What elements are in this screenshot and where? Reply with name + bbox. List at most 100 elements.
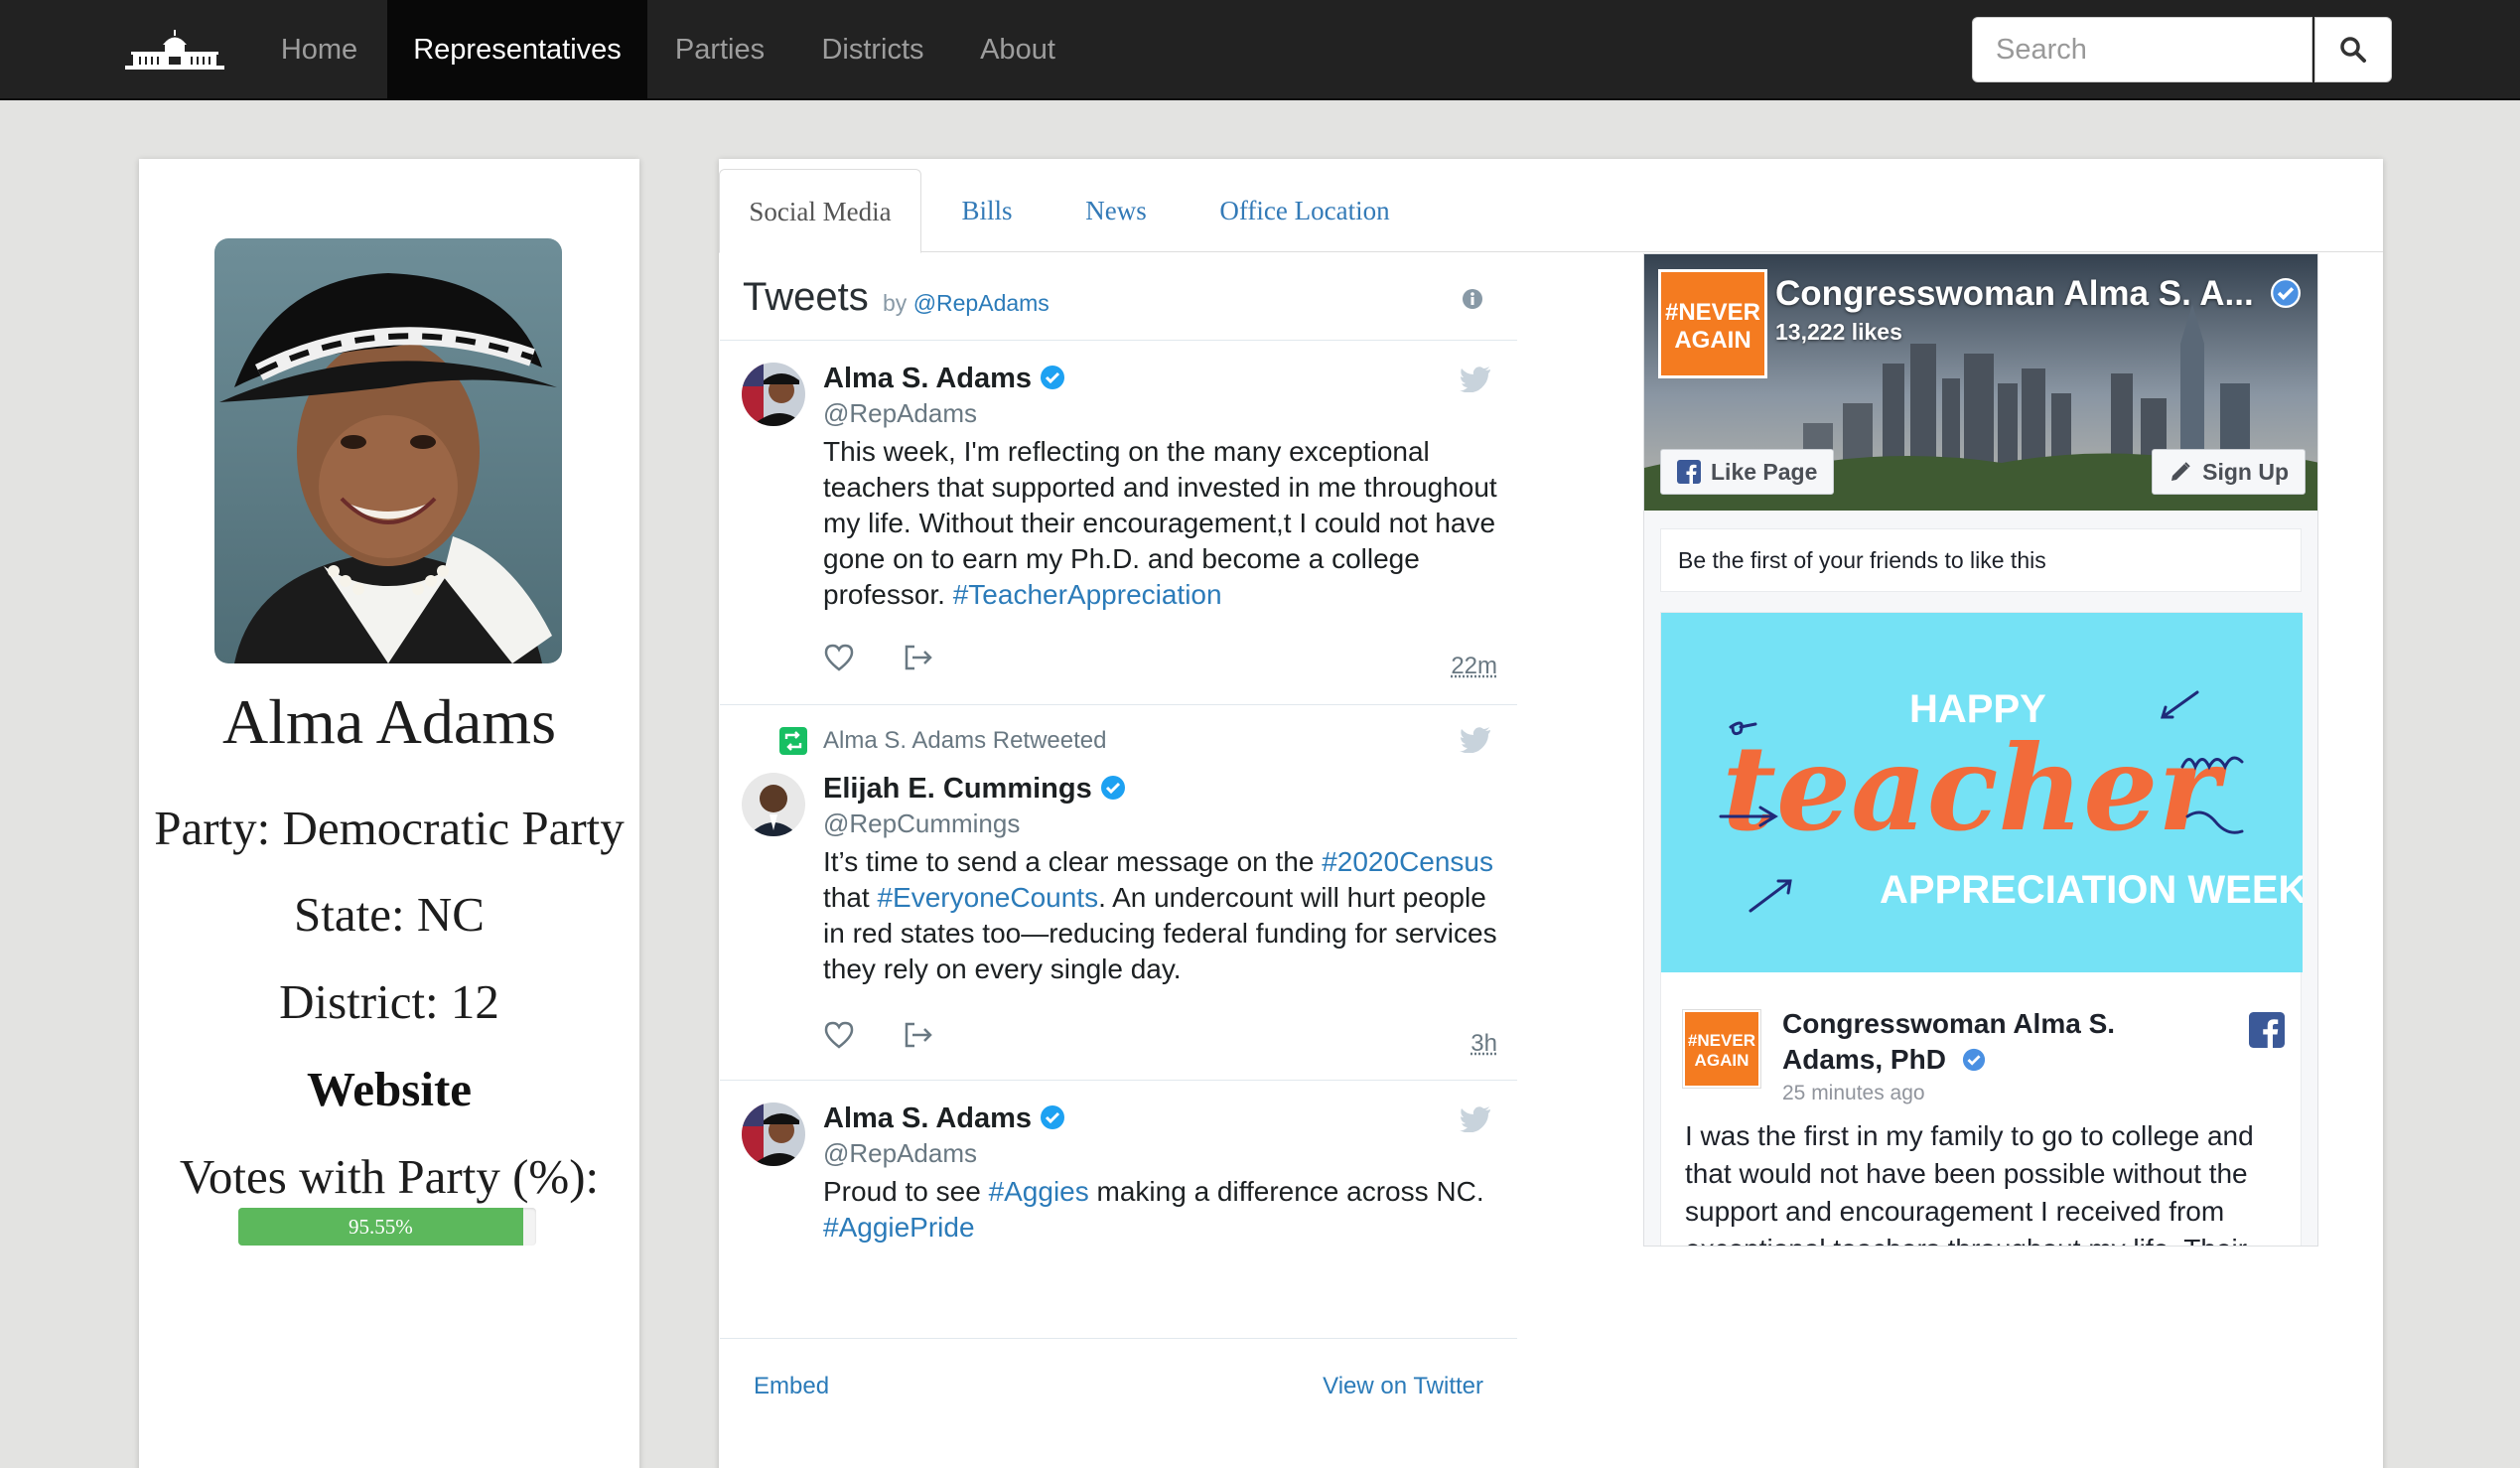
never-again-logo: #NEVERAGAIN bbox=[1661, 272, 1764, 375]
hashtag-link[interactable]: #AggiePride bbox=[823, 1212, 975, 1243]
like-page-label: Like Page bbox=[1711, 458, 1818, 485]
representative-portrait bbox=[214, 238, 562, 663]
profile-tabs: Social Media Bills News Office Location bbox=[719, 169, 2383, 253]
representative-state: State: NC bbox=[294, 887, 485, 942]
avatar[interactable] bbox=[742, 363, 805, 426]
svg-text:AGAIN: AGAIN bbox=[1695, 1051, 1750, 1070]
facebook-logo-icon[interactable] bbox=[2249, 1012, 2285, 1048]
tweet-item[interactable]: Alma S. Adams @RepAdams Proud to see #Ag… bbox=[720, 1081, 1517, 1338]
tab-bills[interactable]: Bills bbox=[937, 169, 1037, 252]
facebook-like-count: 13,222 likes bbox=[1775, 319, 1902, 345]
hashtag-link[interactable]: #EveryoneCounts bbox=[877, 882, 1098, 913]
nav-parties[interactable]: Parties bbox=[655, 0, 784, 100]
teacher-appreciation-image[interactable]: HAPPY teacher APPRECIATION WEEK bbox=[1661, 613, 2303, 972]
never-again-logo: #NEVERAGAIN bbox=[1685, 1012, 1758, 1086]
hashtag-link[interactable]: #TeacherAppreciation bbox=[953, 579, 1222, 610]
facebook-cover-photo[interactable]: #NEVER AGAIN Congresswoman Alma S. A... 1… bbox=[1644, 254, 2317, 511]
votes-with-party-progress-bar: 95.55% bbox=[238, 1208, 536, 1246]
facebook-post-author-label: Congresswoman Alma S. Adams, PhD bbox=[1782, 1008, 2116, 1075]
sign-up-button[interactable]: Sign Up bbox=[2152, 449, 2306, 495]
teacher-appreciation-graphic: HAPPY teacher APPRECIATION WEEK bbox=[1661, 613, 2303, 972]
tweet-item[interactable]: Alma S. Adams @RepAdams This week, I'm r… bbox=[720, 341, 1517, 705]
facebook-post-author-logo[interactable]: #NEVER AGAIN bbox=[1683, 1010, 1760, 1088]
facebook-friends-text: Be the first of your friends to like thi… bbox=[1660, 528, 2302, 592]
retweeted-by-label[interactable]: Alma S. Adams Retweeted bbox=[823, 727, 1106, 755]
facebook-page-name[interactable]: Congresswoman Alma S. A... bbox=[1775, 274, 2302, 314]
tweet-text: It’s time to send a clear message on the… bbox=[823, 844, 1498, 987]
tweet-timestamp[interactable]: 22m bbox=[1451, 653, 1497, 680]
facebook-post-author[interactable]: Congresswoman Alma S. Adams, PhD bbox=[1782, 1006, 2179, 1078]
hashtag-link[interactable]: #2020Census bbox=[1322, 846, 1493, 877]
facebook-f-icon bbox=[1677, 460, 1701, 484]
search-input[interactable] bbox=[1972, 17, 2312, 82]
twitter-footer: Embed View on Twitter bbox=[720, 1338, 1517, 1437]
website-link[interactable]: Website bbox=[139, 1061, 639, 1117]
nav-representatives[interactable]: Representatives bbox=[387, 0, 647, 100]
tweet-author-handle[interactable]: @RepAdams bbox=[823, 398, 977, 429]
tweet-text-part: It’s time to send a clear message on the bbox=[823, 846, 1323, 877]
votes-with-party-label: Votes with Party (%): bbox=[179, 1149, 600, 1204]
tweet-item[interactable]: Alma S. Adams Retweeted Elijah E. Cummin… bbox=[720, 705, 1517, 1081]
facebook-post-timestamp[interactable]: 25 minutes ago bbox=[1782, 1082, 1925, 1105]
tweet-author-name[interactable]: Alma S. Adams bbox=[823, 1102, 1065, 1135]
tweet-author-label: Alma S. Adams bbox=[823, 363, 1033, 394]
hashtag-link[interactable]: #Aggies bbox=[989, 1176, 1089, 1207]
search-button[interactable] bbox=[2314, 17, 2392, 82]
embed-link[interactable]: Embed bbox=[754, 1373, 829, 1400]
like-heart-icon[interactable] bbox=[823, 643, 855, 672]
svg-text:#NEVER: #NEVER bbox=[1665, 299, 1760, 326]
tweets-feed[interactable]: Alma S. Adams @RepAdams This week, I'm r… bbox=[720, 341, 1517, 1338]
tweet-author-handle[interactable]: @RepCummings bbox=[823, 808, 1020, 839]
capitol-building-icon[interactable] bbox=[125, 30, 224, 72]
tweet-author-name[interactable]: Elijah E. Cummings bbox=[823, 773, 1126, 806]
verified-badge-icon bbox=[1041, 366, 1065, 389]
svg-text:#NEVER: #NEVER bbox=[1688, 1031, 1755, 1050]
nav-about[interactable]: About bbox=[958, 0, 1077, 100]
social-media-panel: Social Media Bills News Office Location … bbox=[719, 159, 2383, 1468]
tweet-text-part: making a difference across NC. bbox=[1088, 1176, 1484, 1207]
facebook-post[interactable]: HAPPY teacher APPRECIATION WEEK #NEVER AG… bbox=[1660, 612, 2303, 1246]
avatar[interactable] bbox=[742, 773, 805, 836]
twitter-timeline-widget: Tweets by @RepAdams Alma S. Adams @RepAd… bbox=[720, 253, 1517, 1468]
tweet-timestamp[interactable]: 3h bbox=[1470, 1030, 1497, 1058]
view-on-twitter-link[interactable]: View on Twitter bbox=[1323, 1373, 1483, 1400]
like-heart-icon[interactable] bbox=[823, 1020, 855, 1050]
svg-text:APPRECIATION WEEK: APPRECIATION WEEK bbox=[1880, 868, 2303, 912]
like-page-button[interactable]: Like Page bbox=[1660, 449, 1835, 495]
verified-badge-icon bbox=[1041, 1105, 1065, 1129]
tab-office-location[interactable]: Office Location bbox=[1186, 169, 1424, 252]
verified-badge-icon bbox=[2271, 278, 2302, 308]
svg-text:AGAIN: AGAIN bbox=[1674, 327, 1750, 354]
facebook-page-widget[interactable]: #NEVER AGAIN Congresswoman Alma S. A... 1… bbox=[1643, 253, 2318, 1247]
tweet-author-label: Elijah E. Cummings bbox=[823, 773, 1092, 805]
tab-social-media[interactable]: Social Media bbox=[719, 169, 921, 253]
avatar[interactable] bbox=[742, 1102, 805, 1166]
share-icon[interactable] bbox=[903, 1020, 934, 1050]
tweets-by-line: by @RepAdams bbox=[883, 290, 1050, 317]
tab-news[interactable]: News bbox=[1061, 169, 1171, 252]
top-navbar: Home Representatives Parties Districts A… bbox=[0, 0, 2520, 100]
representative-district: District: 12 bbox=[279, 974, 499, 1029]
tweet-text: Proud to see #Aggies making a difference… bbox=[823, 1174, 1498, 1246]
representative-party: Party: Democratic Party bbox=[154, 801, 625, 855]
votes-with-party-progress-fill: 95.55% bbox=[238, 1208, 523, 1246]
tweet-text: This week, I'm reflecting on the many ex… bbox=[823, 434, 1498, 613]
info-icon[interactable] bbox=[1462, 288, 1483, 310]
verified-badge-icon bbox=[1100, 776, 1125, 800]
nav-home[interactable]: Home bbox=[258, 0, 380, 100]
tweet-author-handle[interactable]: @RepAdams bbox=[823, 1138, 977, 1169]
tweet-text-part: Proud to see bbox=[823, 1176, 989, 1207]
search-icon bbox=[2340, 37, 2366, 63]
tweets-title: Tweets bbox=[743, 275, 869, 319]
tweets-by-handle-link[interactable]: @RepAdams bbox=[913, 290, 1050, 316]
facebook-post-text: I was the first in my family to go to co… bbox=[1685, 1120, 2254, 1246]
tweet-author-name[interactable]: Alma S. Adams bbox=[823, 363, 1065, 395]
twitter-bird-icon[interactable] bbox=[1460, 367, 1491, 392]
nav-districts[interactable]: Districts bbox=[794, 0, 951, 100]
twitter-bird-icon[interactable] bbox=[1460, 727, 1491, 753]
twitter-bird-icon[interactable] bbox=[1460, 1106, 1491, 1132]
retweet-icon bbox=[779, 727, 807, 755]
pencil-icon bbox=[2171, 462, 2190, 481]
facebook-page-logo[interactable]: #NEVER AGAIN bbox=[1658, 269, 1767, 378]
share-icon[interactable] bbox=[903, 643, 934, 672]
